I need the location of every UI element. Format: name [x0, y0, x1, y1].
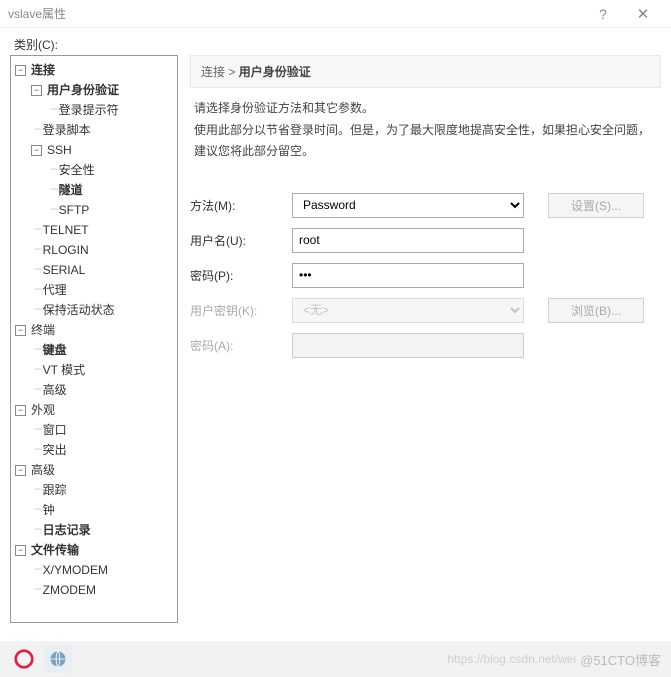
collapse-icon[interactable]: −: [15, 545, 26, 556]
tree-rlogin[interactable]: RLOGIN: [41, 240, 89, 260]
tree-trace[interactable]: 跟踪: [41, 480, 67, 500]
tree-appearance[interactable]: 外观: [29, 400, 55, 420]
userkey-label: 用户密钥(K):: [190, 302, 292, 319]
collapse-icon[interactable]: −: [31, 85, 42, 96]
tree-auth[interactable]: 用户身份验证: [45, 80, 119, 100]
collapse-icon[interactable]: −: [15, 405, 26, 416]
passphrase-label: 密码(A):: [190, 337, 292, 354]
tree-bell[interactable]: 钟: [41, 500, 55, 520]
breadcrumb-root: 连接: [201, 65, 225, 79]
tree-highlight[interactable]: 突出: [41, 440, 67, 460]
tree-window[interactable]: 窗口: [41, 420, 67, 440]
tree-advanced[interactable]: 高级: [29, 460, 55, 480]
help-button[interactable]: ?: [583, 6, 623, 22]
collapse-icon[interactable]: −: [31, 145, 42, 156]
passphrase-input: [292, 333, 524, 358]
app-icon-globe[interactable]: [44, 645, 72, 673]
tree-tunnel[interactable]: 隧道: [57, 180, 83, 200]
tree-ssh[interactable]: SSH: [45, 140, 72, 160]
tree-login-script[interactable]: 登录脚本: [41, 120, 91, 140]
watermark-url: https://blog.csdn.net/wei: [447, 652, 576, 666]
userkey-select: <无>: [292, 298, 524, 323]
app-icon-swirl[interactable]: [10, 645, 38, 673]
collapse-icon[interactable]: −: [15, 65, 26, 76]
description-line1: 请选择身份验证方法和其它参数。: [194, 98, 661, 120]
watermark-brand: @51CTO博客: [576, 650, 661, 669]
tree-advanced1[interactable]: 高级: [41, 380, 67, 400]
tree-login-prompt[interactable]: 登录提示符: [57, 100, 119, 120]
description-line2: 使用此部分以节省登录时间。但是，为了最大限度地提高安全性，如果担心安全问题，建议…: [194, 120, 661, 163]
tree-vtmode[interactable]: VT 模式: [41, 360, 85, 380]
tree-telnet[interactable]: TELNET: [41, 220, 89, 240]
category-tree[interactable]: − 连接 − 用户身份验证 ┈登录提示符: [10, 55, 178, 623]
collapse-icon[interactable]: −: [15, 325, 26, 336]
username-label: 用户名(U):: [190, 232, 292, 249]
username-input[interactable]: [292, 228, 524, 253]
titlebar: vslave属性 ? ✕: [0, 0, 671, 28]
tree-security[interactable]: 安全性: [57, 160, 95, 180]
tree-logging[interactable]: 日志记录: [41, 520, 91, 540]
tree-sftp[interactable]: SFTP: [57, 200, 90, 220]
tree-filetransfer[interactable]: 文件传输: [29, 540, 79, 560]
breadcrumb-current: 用户身份验证: [239, 65, 311, 79]
method-select[interactable]: Password: [292, 193, 524, 218]
tree-terminal[interactable]: 终端: [29, 320, 55, 340]
category-label: 类别(C):: [0, 28, 671, 55]
taskbar: https://blog.csdn.net/wei @51CTO博客: [0, 641, 671, 677]
method-label: 方法(M):: [190, 197, 292, 214]
password-input[interactable]: [292, 263, 524, 288]
breadcrumb-sep: >: [228, 65, 235, 79]
tree-keepalive[interactable]: 保持活动状态: [41, 300, 115, 320]
tree-connection[interactable]: 连接: [29, 60, 55, 80]
tree-xymodem[interactable]: X/YMODEM: [41, 560, 108, 580]
main-area: − 连接 − 用户身份验证 ┈登录提示符: [0, 55, 671, 623]
description: 请选择身份验证方法和其它参数。 使用此部分以节省登录时间。但是，为了最大限度地提…: [190, 98, 661, 163]
content-pane: 连接 > 用户身份验证 请选择身份验证方法和其它参数。 使用此部分以节省登录时间…: [178, 55, 661, 623]
breadcrumb: 连接 > 用户身份验证: [190, 55, 661, 88]
password-label: 密码(P):: [190, 267, 292, 284]
browse-button[interactable]: 浏览(B)...: [548, 298, 644, 323]
tree-serial[interactable]: SERIAL: [41, 260, 86, 280]
window-title: vslave属性: [8, 5, 583, 22]
tree-proxy[interactable]: 代理: [41, 280, 67, 300]
close-button[interactable]: ✕: [623, 5, 663, 23]
tree-zmodem[interactable]: ZMODEM: [41, 580, 96, 600]
settings-button[interactable]: 设置(S)...: [548, 193, 644, 218]
collapse-icon[interactable]: −: [15, 465, 26, 476]
tree-keyboard[interactable]: 键盘: [41, 340, 67, 360]
